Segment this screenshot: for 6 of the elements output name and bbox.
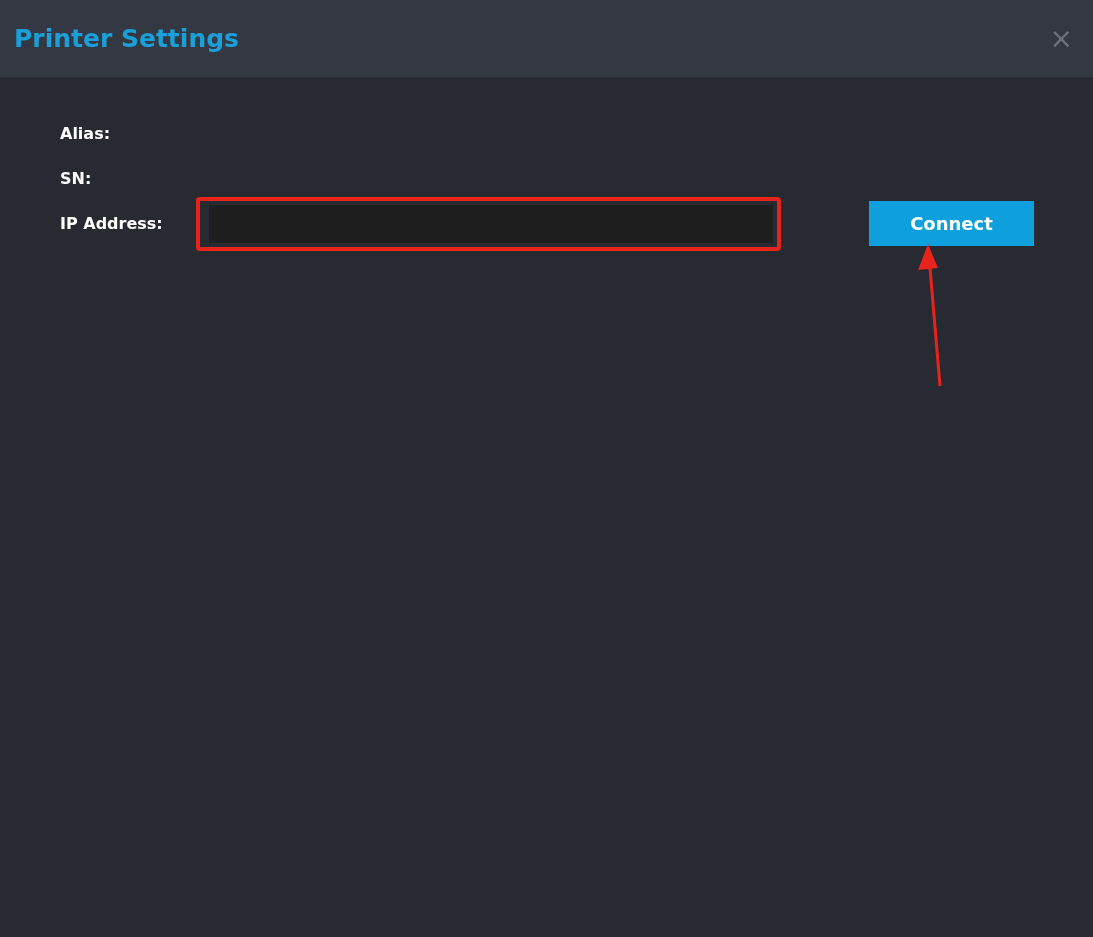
window-title: Printer Settings bbox=[14, 24, 239, 53]
close-button[interactable]: × bbox=[1049, 22, 1073, 55]
field-label: Alias: bbox=[60, 124, 112, 143]
connect-button[interactable]: Connect bbox=[869, 201, 1034, 246]
field-label: IP Address: bbox=[60, 214, 164, 233]
field-label: SN: bbox=[60, 169, 93, 188]
